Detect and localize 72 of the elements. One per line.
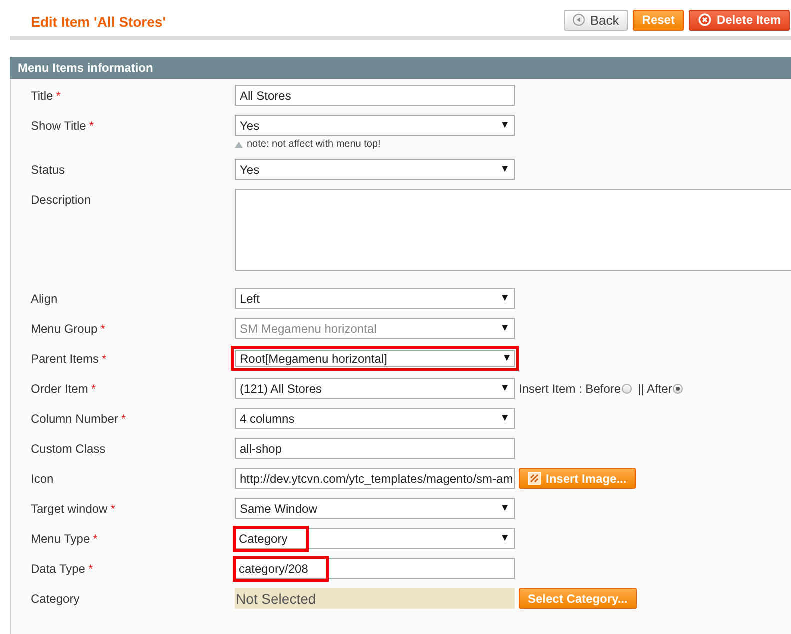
dropdown[interactable]: 4 columns ▼ <box>235 408 515 429</box>
field-value: http://dev.ytcvn.com/ytc_templates/magento/sm-am <box>240 472 514 486</box>
input-field[interactable]: category/208 <box>235 558 515 579</box>
delete-icon <box>698 13 712 27</box>
field-value: All Stores <box>240 88 292 102</box>
radio-button[interactable] <box>622 384 632 394</box>
required-mark: * <box>102 352 107 366</box>
text-area[interactable] <box>235 189 791 271</box>
field-value: Left <box>240 292 260 306</box>
field-label: Show Title <box>31 119 86 133</box>
field-label: Column Number <box>31 412 118 426</box>
field-label: Target window <box>31 502 108 516</box>
dropdown[interactable]: (121) All Stores ▼ <box>235 378 515 399</box>
input-field[interactable]: all-shop <box>235 438 515 459</box>
dropdown[interactable]: Same Window ▼ <box>235 498 515 519</box>
dropdown[interactable]: Left ▼ <box>235 288 515 309</box>
field-label: Custom Class <box>31 442 106 456</box>
required-mark: * <box>56 89 61 103</box>
field-label: Data Type <box>31 562 86 576</box>
field-label: Menu Type <box>31 532 90 546</box>
field-label: Title <box>31 89 54 103</box>
field-label: Order Item <box>31 382 88 396</box>
field-label: Category <box>31 592 80 606</box>
caret-icon: ▼ <box>500 293 510 304</box>
required-mark: * <box>110 502 116 516</box>
field-value: SM Megamenu horizontal <box>240 322 377 336</box>
field-value: Category <box>233 526 309 552</box>
field-note: note: not affect with menu top! <box>247 139 381 150</box>
required-mark: * <box>93 532 98 546</box>
required-mark: * <box>91 382 96 396</box>
option-label: Insert Item : Before <box>519 382 622 396</box>
input-field[interactable]: All Stores <box>235 85 515 106</box>
required-mark: * <box>100 322 106 336</box>
required-mark: * <box>88 562 94 576</box>
caret-icon: ▼ <box>500 503 510 514</box>
dropdown[interactable]: Root[Megamenu horizontal] ▼ <box>231 346 519 371</box>
field-value: Root[Megamenu horizontal] <box>240 352 388 366</box>
dropdown[interactable]: Yes ▼ <box>235 159 515 180</box>
dropdown[interactable]: Category ▼ <box>235 528 515 549</box>
option-label: || After <box>638 382 672 396</box>
field-value: (121) All Stores <box>240 382 322 396</box>
page-title: Edit Item 'All Stores' <box>31 13 166 30</box>
caret-icon: ▼ <box>500 323 510 334</box>
caret-icon: ▼ <box>500 413 510 424</box>
required-mark: * <box>121 412 126 426</box>
category-value: Not Selected <box>236 590 316 606</box>
section-header: Menu Items information <box>10 57 791 79</box>
radio-button[interactable] <box>673 384 684 394</box>
field-value: Same Window <box>240 502 318 516</box>
field-value: all-shop <box>240 442 282 456</box>
caret-icon: ▼ <box>500 383 510 394</box>
caret-icon: ▼ <box>502 353 512 364</box>
field-value: Yes <box>240 118 260 132</box>
caret-icon: ▼ <box>500 164 510 175</box>
caret-icon: ▼ <box>500 120 510 131</box>
back-button[interactable]: Back <box>564 10 628 30</box>
field-label: Parent Items <box>31 352 100 366</box>
caret-icon: ▼ <box>500 533 510 544</box>
field-label: Status <box>31 163 66 177</box>
image-icon <box>528 472 541 485</box>
note-icon <box>235 142 243 148</box>
required-mark: * <box>89 119 94 133</box>
dropdown[interactable]: Yes ▼ <box>235 115 515 136</box>
back-icon <box>573 14 586 26</box>
field-value: category/208 <box>233 556 330 582</box>
field-label: Description <box>31 193 92 207</box>
input-field[interactable]: http://dev.ytcvn.com/ytc_templates/magento/sm-am <box>235 468 515 489</box>
field-label: Align <box>31 292 58 306</box>
field-value: Yes <box>240 162 260 176</box>
field-label: Menu Group <box>31 322 98 336</box>
field-value: 4 columns <box>240 412 295 426</box>
field-label: Icon <box>31 472 54 486</box>
